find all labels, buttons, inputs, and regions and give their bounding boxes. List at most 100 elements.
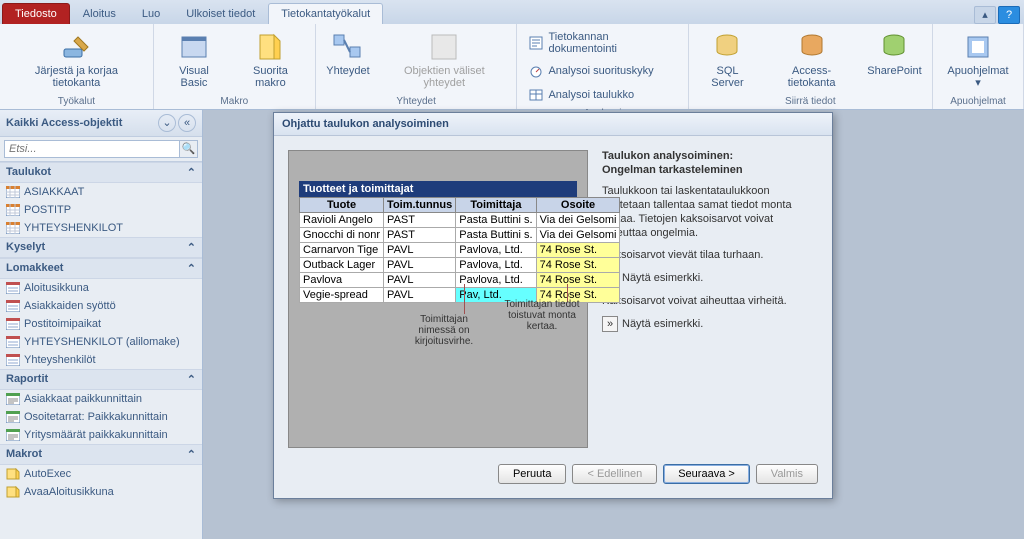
chevron-up-icon: ⌃ [187,262,196,275]
annotation-dup: Toimittajan tiedot toistuvat monta kerta… [499,299,585,332]
wizard-para2: Kaksoisarvot vievät tilaa turhaan. [602,248,818,262]
back-button: < Edellinen [572,464,657,484]
wizard-dialog: Ohjattu taulukon analysoiminen Tuotteet … [273,112,833,499]
nav-title[interactable]: Kaikki Access-objektit [6,117,156,129]
table-row: PavlovaPAVLPavlova, Ltd.74 Rose St. [300,273,620,288]
group-movedata-label: Siirrä tiedot [695,94,926,107]
embed-table-title: Tuotteet ja toimittajat [299,181,577,197]
chevron-up-icon: ⌃ [187,448,196,461]
tab-dbtools[interactable]: Tietokantatyökalut [268,3,383,24]
group-tools-label: Työkalut [6,94,147,107]
ribbon-tabs: Tiedosto Aloitus Luo Ulkoiset tiedot Tie… [0,0,1024,24]
nav-item[interactable]: Osoitetarrat: Paikkakunnittain [0,408,202,426]
group-addins-label: Apuohjelmat [939,94,1017,107]
addin-icon [962,31,994,63]
run-macro-button[interactable]: Suorita makro [232,28,309,92]
nav-item[interactable]: YHTEYSHENKILOT [0,219,202,237]
addins-button[interactable]: Apuohjelmat ▾ [939,28,1017,92]
compact-repair-button[interactable]: Järjestä ja korjaa tietokanta [6,28,147,92]
cat-tables[interactable]: Taulukot⌃ [0,162,202,183]
form-icon [6,318,20,330]
ribbon-minimize-icon[interactable]: ▴ [974,6,996,24]
nav-item[interactable]: Asiakkaiden syöttö [0,297,202,315]
finish-button: Valmis [756,464,818,484]
help-icon[interactable]: ? [998,6,1020,24]
content-area: Ohjattu taulukon analysoiminen Tuotteet … [203,110,1024,539]
chevron-up-icon: ⌃ [187,373,196,386]
chevron-up-icon: ⌃ [187,166,196,179]
tab-create[interactable]: Luo [129,3,173,24]
relations-button[interactable]: Yhteydet [322,28,374,80]
wizard-para3: Kaksoisarvot voivat aiheuttaa virheitä. [602,294,818,308]
report-icon [6,411,20,423]
tab-file[interactable]: Tiedosto [2,3,70,24]
cat-macros[interactable]: Makrot⌃ [0,444,202,465]
table-row: Gnocchi di nonrPASTPasta Buttini s.Via d… [300,228,620,243]
tab-external[interactable]: Ulkoiset tiedot [173,3,268,24]
tab-home[interactable]: Aloitus [70,3,129,24]
wizard-title: Ohjattu taulukon analysoiminen [274,113,832,136]
embed-table: Tuote Toim.tunnus Toimittaja Osoite Ravi… [299,197,620,303]
table-row: Outback LagerPAVLPavlova, Ltd.74 Rose St… [300,258,620,273]
cat-queries[interactable]: Kyselyt⌃ [0,237,202,258]
form-icon [6,282,20,294]
nav-item[interactable]: Aloitusikkuna [0,279,202,297]
group-relations-label: Yhteydet [322,94,511,107]
annotation-typo: Toimittajan nimessä on kirjoitusvirhe. [409,314,479,347]
object-deps-button: Objektien väliset yhteydet [378,28,510,92]
nav-dropdown-icon[interactable]: ⌄ [158,114,176,132]
table-icon [6,186,20,198]
vb-icon [178,31,210,63]
chevron-up-icon: ⌃ [187,241,196,254]
form-icon [6,336,20,348]
table-icon [6,204,20,216]
wizard-heading2: Ongelman tarkasteleminen [602,164,818,176]
visual-basic-button[interactable]: Visual Basic [160,28,228,92]
show-example2-button[interactable]: » [602,316,618,332]
nav-item[interactable]: ASIAKKAAT [0,183,202,201]
navigation-pane: Kaikki Access-objektit ⌄ « 🔍 Taulukot⌃ A… [0,110,203,539]
wizard-para1: Taulukkoon tai laskentataulukkoon saatet… [602,184,818,240]
nav-item[interactable]: AvaaAloitusikkuna [0,483,202,501]
nav-item[interactable]: Yhteyshenkilöt [0,351,202,369]
sql-server-button[interactable]: SQL Server [695,28,761,92]
macro-icon [6,468,20,480]
macro-icon [6,486,20,498]
table-row: Ravioli AngeloPASTPasta Buttini s.Via de… [300,213,620,228]
nav-collapse-icon[interactable]: « [178,114,196,132]
relations-icon [332,31,364,63]
search-icon[interactable]: 🔍 [180,140,198,158]
ribbon: Järjestä ja korjaa tietokanta Työkalut V… [0,24,1024,110]
search-input[interactable] [4,140,180,158]
analyze-table-button[interactable]: Analysoi taulukko [523,84,681,106]
cat-reports[interactable]: Raportit⌃ [0,369,202,390]
report-icon [6,429,20,441]
wizard-heading1: Taulukon analysoiminen: [602,150,818,162]
access-icon [796,31,828,63]
sql-icon [711,31,743,63]
nav-item[interactable]: Asiakkaat paikkunnittain [0,390,202,408]
macro-icon [254,31,286,63]
cat-forms[interactable]: Lomakkeet⌃ [0,258,202,279]
nav-item[interactable]: Postitoimipaikat [0,315,202,333]
group-macro-label: Makro [160,94,309,107]
objdep-icon [428,31,460,63]
form-icon [6,354,20,366]
compact-icon [60,31,92,63]
report-icon [6,393,20,405]
db-documenter-button[interactable]: Tietokannan dokumentointi [523,28,681,58]
next-button[interactable]: Seuraava > [663,464,750,484]
doc-icon [528,35,544,51]
cancel-button[interactable]: Peruuta [498,464,567,484]
nav-item[interactable]: YHTEYSHENKILOT (alilomake) [0,333,202,351]
nav-item[interactable]: POSTITP [0,201,202,219]
nav-item[interactable]: Yritysmäärät paikkakunnittain [0,426,202,444]
nav-item[interactable]: AutoExec [0,465,202,483]
sharepoint-button[interactable]: SharePoint [863,28,926,80]
access-db-button[interactable]: Access-tietokanta [764,28,859,92]
dropdown-icon: ▾ [975,77,981,89]
perf-icon [528,63,544,79]
analyze-perf-button[interactable]: Analysoi suorituskyky [523,60,681,82]
table-icon [528,87,544,103]
table-row: Carnarvon TigePAVLPavlova, Ltd.74 Rose S… [300,243,620,258]
